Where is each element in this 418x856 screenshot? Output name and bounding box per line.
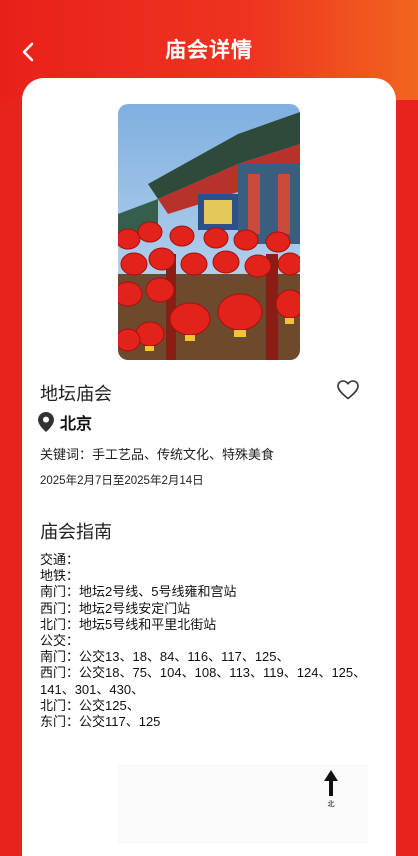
guide-line: 交通：: [40, 552, 80, 567]
guide-line: 141、301、430、: [40, 681, 145, 697]
guide-line: 地铁：: [40, 568, 80, 584]
favorite-button[interactable]: [336, 378, 360, 402]
fair-photo: [118, 104, 300, 360]
guide-line: 东门：公交117、125: [40, 714, 161, 730]
guide-line: 西门：地坛2号线安定门站: [40, 600, 191, 616]
location-row: 北京: [38, 410, 92, 434]
date-range: 2025年2月7日至2025年2月14日: [40, 475, 204, 487]
north-label: 北: [327, 801, 335, 808]
guide-title: 庙会指南: [40, 522, 112, 542]
guide-line: 公交：: [40, 633, 80, 649]
guide-line: 南门：公交13、18、84、116、117、125、: [40, 649, 290, 665]
guide-text: 交通： 地铁： 南门：地坛2号线、5号线雍和宫站 西门：地坛2号线安定门站 北门…: [40, 552, 390, 730]
guide-line: 北门：地坛5号线和平里北街站: [40, 616, 217, 632]
keywords: 关键词：手工艺品、传统文化、特殊美食: [40, 447, 275, 462]
fair-name: 地坛庙会: [40, 384, 112, 404]
map-pin-icon: [38, 412, 54, 432]
guide-line: 北门：公交125、: [40, 697, 140, 713]
page-title: 庙会详情: [165, 39, 253, 62]
north-indicator: 北: [322, 770, 340, 808]
heart-outline-icon: [337, 380, 359, 400]
location-text: 北京: [60, 416, 93, 433]
guide-line: 西门：公交18、75、104、108、113、119、124、125、: [40, 665, 367, 681]
guide-line: 南门：地坛2号线、5号线雍和宫站: [40, 584, 237, 600]
north-arrow-icon: [324, 770, 338, 796]
detail-card: 地坛庙会 北京 关键词：手工艺品、传统文化、特殊美食 2025年2月7日至202…: [22, 78, 396, 856]
